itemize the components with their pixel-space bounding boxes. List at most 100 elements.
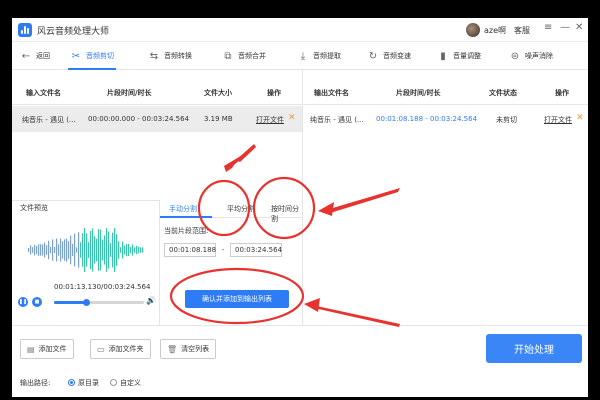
input-col-size: 文件大小 — [204, 89, 232, 97]
input-file-time: 00:00:00.000 - 00:03:24.564 — [88, 115, 190, 123]
radio-custom-dir-label[interactable]: 自定义 — [120, 378, 141, 388]
radio-original-dir[interactable] — [68, 379, 75, 386]
waveform-bar — [30, 245, 32, 255]
waveform-bar — [46, 245, 48, 255]
tab-time-split[interactable]: 按时间分割 — [271, 204, 302, 224]
panel-divider — [302, 70, 303, 325]
output-path-label: 输出路径: — [20, 379, 51, 387]
tab-label: 音频变速 — [383, 52, 411, 60]
output-col-name: 输出文件名 — [314, 89, 349, 97]
output-header-divider — [303, 104, 588, 105]
playback-progress-fill — [54, 301, 87, 304]
waveform-bar — [50, 246, 52, 254]
minimize-icon[interactable]: — — [560, 22, 570, 33]
waveform-bar — [134, 247, 136, 253]
input-col-name: 输入文件名 — [26, 89, 61, 97]
playback-progress[interactable] — [54, 299, 144, 306]
waveform-bar — [100, 229, 102, 271]
end-time-input[interactable]: 00:03:24.564 — [230, 243, 282, 257]
radio-original-dir-label[interactable]: 原目录 — [78, 378, 99, 388]
tab-label: 音频转换 — [164, 52, 192, 60]
close-icon[interactable]: ✕ — [575, 22, 583, 33]
waveform-bar — [114, 228, 116, 272]
waveform-bar — [68, 241, 70, 259]
file-icon: ▤ — [27, 344, 35, 354]
tab-volume-adjust[interactable]: ▮ 音量调整 — [437, 42, 481, 70]
add-folder-button[interactable]: ▭ 添加文件夹 — [90, 339, 151, 359]
merge-icon: ⧉ — [224, 50, 232, 62]
waveform-bar — [54, 247, 56, 253]
preview-title: 文件预览 — [20, 204, 48, 212]
waveform-bar — [108, 231, 110, 269]
waveform-bar — [64, 239, 66, 261]
output-col-action: 操作 — [555, 89, 569, 97]
waveform-bar — [138, 246, 140, 254]
waveform-bar — [104, 235, 106, 265]
folder-icon: ▭ — [97, 344, 105, 354]
title-bar: 风云音频处理大师 aze啊 客服 ≡ — ✕ — [12, 18, 588, 42]
tab-label: 音频剪切 — [86, 52, 114, 60]
preview-top-divider — [12, 200, 159, 201]
start-time-input[interactable]: 00:01:08.188 — [164, 243, 216, 257]
output-file-time: 00:01:08.188 - 00:03:24.564 — [376, 115, 478, 123]
speed-icon: ↻ — [368, 50, 378, 62]
waveform-bar — [56, 238, 58, 262]
input-file-name: 纯音乐 - 遇见 (... — [22, 116, 76, 124]
tab-manual-split[interactable]: 手动分割 — [169, 204, 197, 214]
app-title: 风云音频处理大师 — [37, 27, 110, 37]
tab-audio-extract[interactable]: ⤓ 音频提取 — [297, 42, 341, 70]
waveform-bar — [130, 246, 132, 254]
trash-icon: 🗑 — [167, 344, 178, 354]
waveform-bar — [48, 240, 50, 260]
add-file-button[interactable]: ▤ 添加文件 — [20, 339, 74, 359]
waveform-bar — [76, 247, 78, 253]
waveform-bar — [96, 238, 98, 262]
app-window: 风云音频处理大师 aze啊 客服 ≡ — ✕ ← 返回 ✂ 音频剪切 ⇆ 音频转… — [12, 18, 588, 397]
radio-custom-dir[interactable] — [110, 379, 117, 386]
customer-service-link[interactable]: 客服 — [514, 25, 530, 36]
confirm-add-button[interactable]: 确认并添加到输出列表 — [185, 290, 289, 308]
waveform-bar — [126, 243, 128, 257]
output-col-time: 片段时间/时长 — [396, 89, 441, 97]
waveform-bar — [128, 244, 130, 256]
waveform-bar — [70, 235, 72, 265]
waveform-bar — [74, 233, 76, 267]
waveform-bar — [92, 228, 94, 272]
waveform-bar — [142, 247, 144, 253]
volume-icon[interactable]: 🔊 — [146, 296, 156, 305]
range-dash: - — [222, 246, 225, 254]
waveform-bar — [32, 247, 34, 253]
menu-icon[interactable]: ≡ — [544, 22, 552, 33]
output-file-status: 未剪切 — [496, 116, 517, 124]
tab-noise-removal[interactable]: ⊜ 噪声消除 — [509, 42, 553, 70]
start-processing-button[interactable]: 开始处理 — [486, 334, 582, 363]
clear-list-button[interactable]: 🗑 清空列表 — [160, 339, 217, 359]
tab-audio-merge[interactable]: ⧉ 音频合并 — [222, 42, 266, 70]
active-tab-underline — [160, 216, 212, 218]
tab-audio-speed[interactable]: ↻ 音频变速 — [367, 42, 411, 70]
remove-output-icon[interactable]: ✕ — [576, 113, 584, 123]
tab-label: 音量调整 — [453, 52, 481, 60]
open-output-file-link[interactable]: 打开文件 — [544, 115, 572, 125]
tab-average-split[interactable]: 平均分割 — [227, 204, 255, 214]
convert-icon: ⇆ — [149, 50, 159, 62]
waveform-bar — [90, 230, 92, 270]
tab-audio-cut[interactable]: ✂ 音频剪切 — [68, 42, 116, 70]
remove-icon[interactable]: ✕ — [288, 113, 296, 123]
username[interactable]: aze啊 — [484, 25, 506, 36]
avatar[interactable] — [466, 23, 480, 37]
input-col-time: 片段时间/时长 — [107, 89, 152, 97]
tab-audio-convert[interactable]: ⇆ 音频转换 — [148, 42, 192, 70]
waveform-bar — [98, 229, 100, 271]
back-button[interactable]: ← 返回 — [20, 42, 50, 70]
playback-knob[interactable] — [83, 299, 91, 306]
open-file-link[interactable]: 打开文件 — [256, 115, 284, 125]
waveform-bar — [58, 244, 60, 256]
clear-list-label: 清空列表 — [181, 345, 210, 353]
waveform[interactable] — [27, 226, 145, 274]
pause-icon[interactable]: ❚❚ — [18, 297, 28, 307]
waveform-bar — [110, 243, 112, 257]
noise-icon: ⊜ — [510, 50, 520, 62]
stop-icon[interactable]: ■ — [32, 297, 42, 307]
waveform-bar — [80, 242, 82, 258]
